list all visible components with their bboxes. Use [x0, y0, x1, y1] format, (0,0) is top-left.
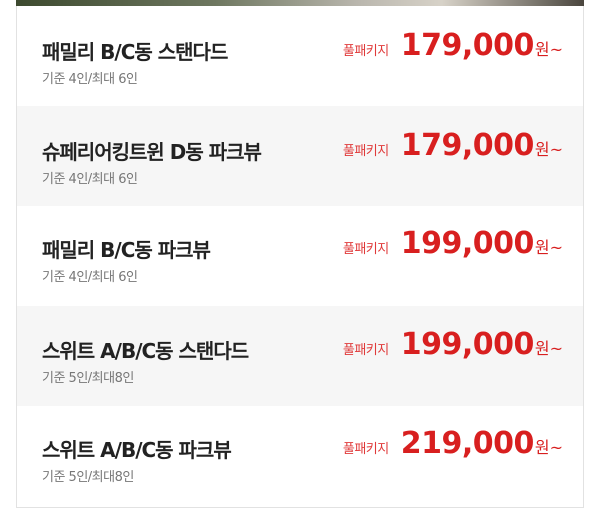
price-unit: 원~ [534, 140, 563, 159]
room-row[interactable]: 스위트 A/B/C동 스탠다드 기준 5인/최대8인 풀패키지 199,000 … [17, 306, 583, 406]
room-row[interactable]: 슈페리어킹트윈 D동 파크뷰 기준 4인/최대 6인 풀패키지 179,000 … [17, 106, 583, 206]
package-label: 풀패키지 [342, 242, 389, 257]
room-price: 풀패키지 179,000 원~ [343, 28, 563, 63]
price-amount: 199,000 [400, 327, 535, 362]
room-price: 풀패키지 179,000 원~ [343, 128, 563, 163]
price-unit: 원~ [534, 40, 563, 59]
room-name: 패밀리 B/C동 스탠다드 [42, 40, 228, 64]
room-capacity: 기준 4인/최대 6인 [42, 72, 138, 87]
package-label: 풀패키지 [342, 144, 389, 159]
room-row[interactable]: 스위트 A/B/C동 파크뷰 기준 5인/최대8인 풀패키지 219,000 원… [17, 406, 583, 506]
room-name: 패밀리 B/C동 파크뷰 [42, 238, 211, 262]
price-unit: 원~ [534, 438, 563, 457]
room-capacity: 기준 4인/최대 6인 [42, 172, 138, 187]
package-label: 풀패키지 [342, 442, 389, 457]
room-name: 스위트 A/B/C동 파크뷰 [42, 438, 232, 462]
package-label: 풀패키지 [342, 44, 389, 59]
room-name: 스위트 A/B/C동 스탠다드 [42, 339, 249, 363]
room-price: 풀패키지 219,000 원~ [343, 426, 563, 461]
price-unit: 원~ [534, 238, 563, 257]
price-amount: 199,000 [400, 226, 535, 261]
room-price-list-page: 패밀리 B/C동 스탠다드 기준 4인/최대 6인 풀패키지 179,000 원… [0, 0, 600, 525]
room-capacity: 기준 4인/최대 6인 [42, 270, 138, 285]
price-amount: 179,000 [400, 28, 535, 63]
room-rows: 패밀리 B/C동 스탠다드 기준 4인/최대 6인 풀패키지 179,000 원… [17, 6, 583, 507]
price-amount: 219,000 [400, 426, 535, 461]
room-price: 풀패키지 199,000 원~ [343, 327, 563, 362]
room-name: 슈페리어킹트윈 D동 파크뷰 [42, 140, 262, 164]
package-label: 풀패키지 [342, 343, 389, 358]
room-capacity: 기준 5인/최대8인 [42, 470, 134, 485]
room-capacity: 기준 5인/최대8인 [42, 371, 134, 386]
room-price-card: 패밀리 B/C동 스탠다드 기준 4인/최대 6인 풀패키지 179,000 원… [16, 6, 584, 508]
room-row[interactable]: 패밀리 B/C동 파크뷰 기준 4인/최대 6인 풀패키지 199,000 원~ [17, 206, 583, 306]
price-amount: 179,000 [400, 128, 535, 163]
price-unit: 원~ [534, 339, 563, 358]
room-price: 풀패키지 199,000 원~ [343, 226, 563, 261]
room-row[interactable]: 패밀리 B/C동 스탠다드 기준 4인/최대 6인 풀패키지 179,000 원… [17, 6, 583, 106]
